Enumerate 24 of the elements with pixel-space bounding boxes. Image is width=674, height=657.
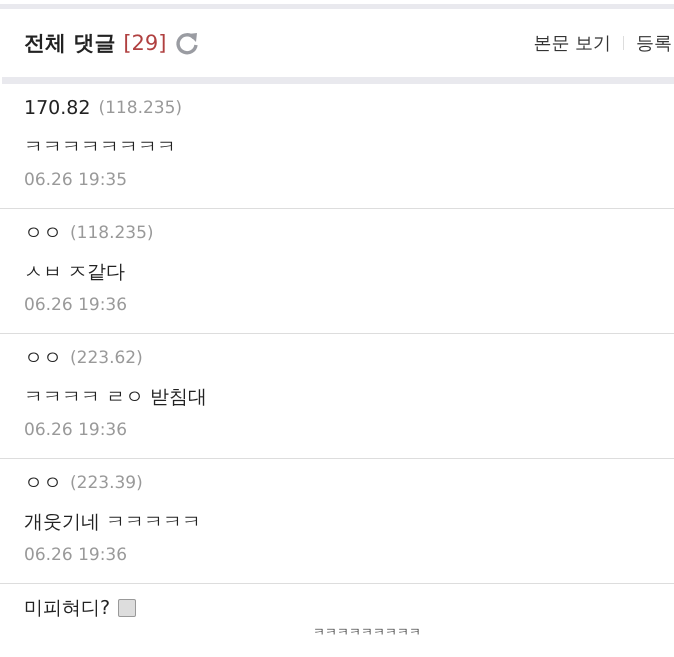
author-name: ㅇㅇ (24, 221, 62, 246)
comment-text: 개웃기네 ㅋㅋㅋㅋㅋ (24, 510, 202, 535)
comment-text: ㅋㅋㅋㅋㅋㅋㅋㅋ (24, 135, 177, 160)
comment-text: ㅅㅂ ㅈ같다 (24, 260, 126, 285)
author-name: ㅇㅇ (24, 471, 62, 496)
author-ip: (118.235) (70, 223, 154, 243)
author-ip: (223.62) (70, 348, 143, 368)
header-link[interactable]: 등록 (636, 31, 672, 55)
comment-date: 06.26 19:36 (24, 420, 128, 440)
caption-text: ㅋㅋㅋㅋㅋㅋㅋㅋㅋ (312, 624, 422, 641)
author-name: 170.82 (24, 97, 90, 119)
header-link[interactable]: 본문 보기 (533, 31, 611, 55)
author-ip: (223.39) (70, 473, 143, 493)
comments-title: 전체 댓글 (24, 30, 116, 57)
refresh-icon[interactable] (174, 30, 200, 56)
author-name: ㅇㅇ (24, 346, 62, 371)
comment-date: 06.26 19:36 (24, 545, 128, 565)
author-ip: (118.235) (98, 98, 182, 118)
comment-count: [29] (123, 31, 166, 55)
thumbnail-icon (118, 599, 136, 617)
comment-date: 06.26 19:35 (24, 170, 128, 190)
author-name: 미피혀디? (24, 596, 110, 621)
comment-date: 06.26 19:36 (24, 295, 128, 315)
comment-text: ㅋㅋㅋㅋ ㄹㅇ 받침대 (24, 385, 208, 410)
